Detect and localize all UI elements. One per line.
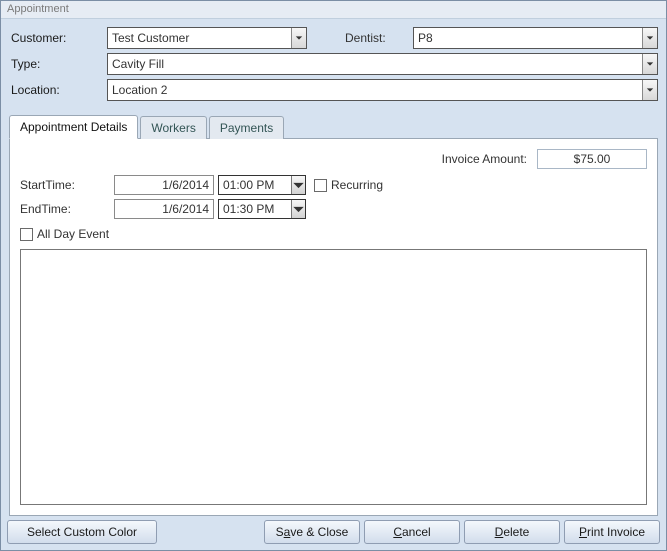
save-close-button[interactable]: Save & Close (264, 520, 360, 544)
type-label: Type: (9, 57, 99, 71)
end-date-value: 1/6/2014 (162, 202, 209, 216)
starttime-label: StartTime: (20, 178, 110, 192)
print-invoice-button[interactable]: Print Invoice (564, 520, 660, 544)
invoice-amount-label: Invoice Amount: (442, 152, 527, 166)
dentist-combo[interactable]: P8 (413, 27, 658, 49)
tab-content: Invoice Amount: $75.00 StartTime: 1/6/20… (9, 139, 658, 516)
location-label: Location: (9, 83, 99, 97)
start-time-combo[interactable]: 01:00 PM (218, 175, 306, 195)
tab-label: Workers (151, 121, 195, 135)
tab-label: Payments (220, 121, 273, 135)
end-time-combo[interactable]: 01:30 PM (218, 199, 306, 219)
chevron-down-icon[interactable] (642, 54, 657, 74)
chevron-down-icon[interactable] (291, 28, 306, 48)
dentist-value: P8 (418, 31, 433, 45)
customer-combo[interactable]: Test Customer (107, 27, 307, 49)
button-bar: Select Custom Color Save & Close Cancel … (1, 516, 666, 550)
start-time-value: 01:00 PM (223, 178, 274, 192)
recurring-label: Recurring (331, 178, 383, 192)
checkbox-box-icon (20, 228, 33, 241)
invoice-amount-field[interactable]: $75.00 (537, 149, 647, 169)
tab-workers[interactable]: Workers (140, 116, 206, 139)
location-combo[interactable]: Location 2 (107, 79, 658, 101)
end-time-value: 01:30 PM (223, 202, 274, 216)
appointment-window: Appointment Customer: Test Customer Dent… (0, 0, 667, 551)
all-day-label: All Day Event (37, 227, 109, 241)
notes-textarea[interactable] (20, 249, 647, 505)
type-value: Cavity Fill (112, 57, 164, 71)
tab-strip: Appointment Details Workers Payments (9, 113, 658, 139)
end-date-field[interactable]: 1/6/2014 (114, 199, 214, 219)
chevron-down-icon[interactable] (291, 176, 305, 194)
start-date-field[interactable]: 1/6/2014 (114, 175, 214, 195)
tab-label: Appointment Details (20, 120, 127, 134)
endtime-label: EndTime: (20, 202, 110, 216)
type-combo[interactable]: Cavity Fill (107, 53, 658, 75)
tab-appointment-details[interactable]: Appointment Details (9, 115, 138, 139)
all-day-checkbox[interactable]: All Day Event (20, 227, 109, 241)
chevron-down-icon[interactable] (642, 80, 657, 100)
recurring-checkbox[interactable]: Recurring (314, 178, 383, 192)
button-label: Select Custom Color (27, 525, 137, 539)
checkbox-box-icon (314, 179, 327, 192)
tab-payments[interactable]: Payments (209, 116, 284, 139)
dentist-label: Dentist: (343, 31, 405, 45)
location-value: Location 2 (112, 83, 167, 97)
delete-button[interactable]: Delete (464, 520, 560, 544)
start-date-value: 1/6/2014 (162, 178, 209, 192)
chevron-down-icon[interactable] (642, 28, 657, 48)
cancel-button[interactable]: Cancel (364, 520, 460, 544)
window-title: Appointment (1, 1, 666, 19)
header-form: Customer: Test Customer Dentist: P8 Type… (1, 19, 666, 109)
invoice-amount-value: $75.00 (574, 152, 611, 166)
customer-label: Customer: (9, 31, 99, 45)
window-title-text: Appointment (7, 3, 69, 15)
select-custom-color-button[interactable]: Select Custom Color (7, 520, 157, 544)
chevron-down-icon[interactable] (291, 200, 305, 218)
customer-value: Test Customer (112, 31, 189, 45)
